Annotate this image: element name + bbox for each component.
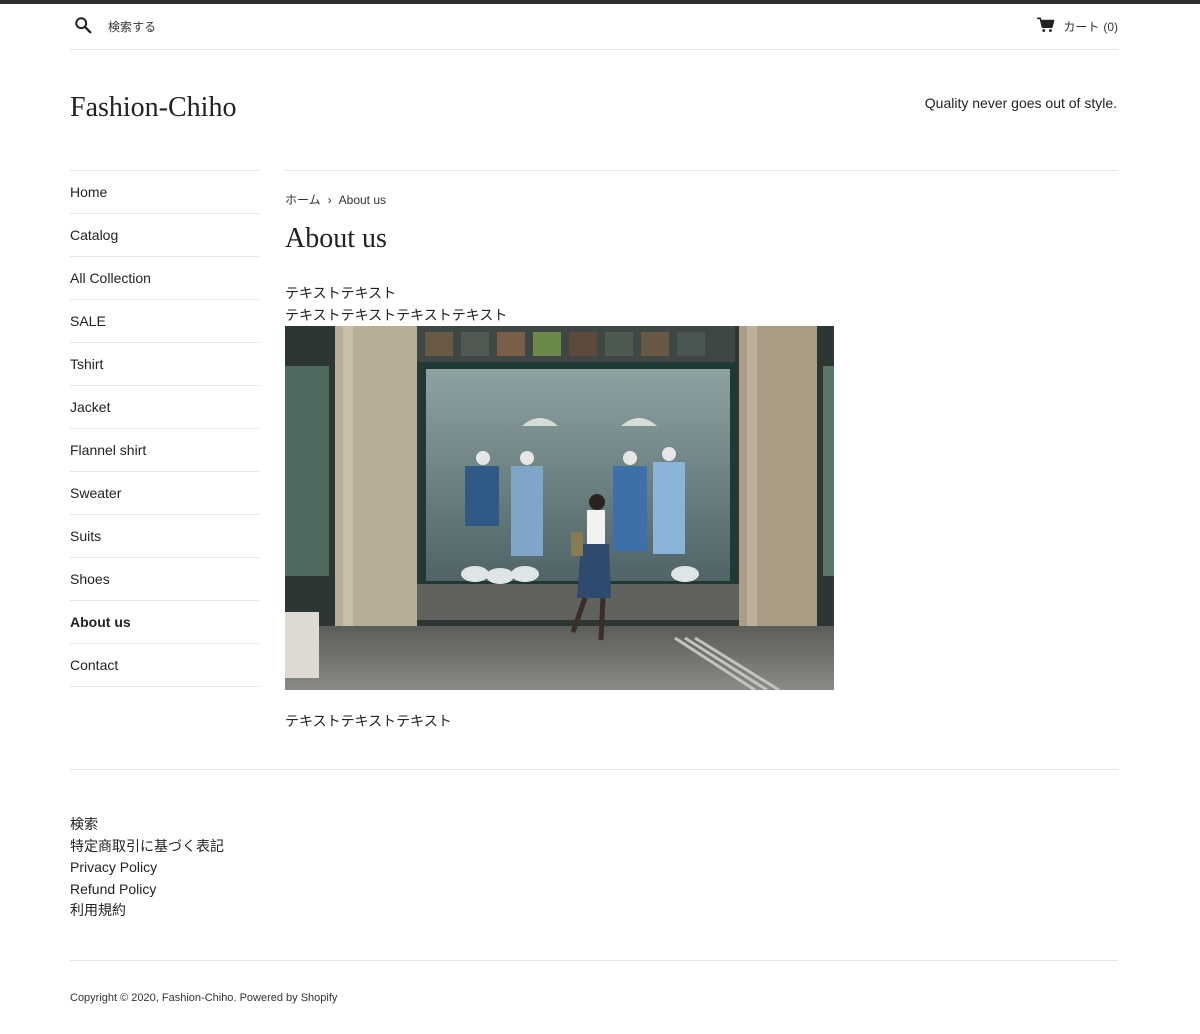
header-bar: カート (0) [70,4,1118,50]
page-title: About us [285,223,387,254]
footer-link-refund-policy[interactable]: Refund Policy [70,879,224,901]
site-tagline: Quality never goes out of style. [924,95,1117,111]
main-content: ホーム › About us About us テキストテキスト テキストテキストテ… [285,170,1118,729]
footer-divider-bottom [70,960,1118,961]
footer-link-privacy-policy[interactable]: Privacy Policy [70,857,224,879]
site-title[interactable]: Fashion-Chiho [70,92,236,124]
sidebar-item-shoes[interactable]: Shoes [70,558,259,601]
cart-icon [1037,17,1063,36]
powered-by-link[interactable]: Powered by Shopify [240,992,338,1004]
sidebar-item-suits[interactable]: Suits [70,515,259,558]
footer-links: 検索 特定商取引に基づく表記 Privacy Policy Refund Pol… [70,814,224,922]
cart-count: (0) [1103,19,1118,34]
copyright-site-link[interactable]: Fashion-Chiho [162,992,234,1004]
footer-link-search[interactable]: 検索 [70,814,224,836]
sidebar-item-flannel-shirt[interactable]: Flannel shirt [70,429,259,472]
search-input[interactable] [108,17,408,37]
storefront-photo [285,326,834,690]
breadcrumb: ホーム › About us [285,191,386,208]
cart-label: カート [1063,20,1100,34]
body-text-line-2: テキストテキストテキストテキスト [285,307,508,323]
sidebar-item-all-collection[interactable]: All Collection [70,257,259,300]
sidebar-item-catalog[interactable]: Catalog [70,214,259,257]
sidebar-item-home[interactable]: Home [70,171,259,214]
sidebar-item-about-us[interactable]: About us [70,601,259,644]
footer-link-tokushoho[interactable]: 特定商取引に基づく表記 [70,836,224,858]
copyright: Copyright © 2020, Fashion-Chiho. Powered… [70,992,337,1004]
sidebar-item-sweater[interactable]: Sweater [70,472,259,515]
sidebar-item-jacket[interactable]: Jacket [70,386,259,429]
body-text-line-1: テキストテキスト [285,285,397,301]
copyright-prefix: Copyright © 2020, [70,992,159,1004]
footer-divider-top [70,769,1118,770]
cart-link[interactable]: カート (0) [1037,17,1118,36]
search-icon[interactable] [74,16,92,39]
body-text-after-image: テキストテキストテキスト [285,713,452,729]
sidebar-nav: Home Catalog All Collection SALE Tshirt … [70,170,259,687]
footer-link-terms[interactable]: 利用規約 [70,900,224,922]
breadcrumb-current: About us [338,193,387,207]
sidebar-item-sale[interactable]: SALE [70,300,259,343]
search-form[interactable] [74,16,408,39]
copyright-period: . [233,992,237,1004]
breadcrumb-home-link[interactable]: ホーム [285,193,321,207]
sidebar-item-tshirt[interactable]: Tshirt [70,343,259,386]
sidebar-item-contact[interactable]: Contact [70,644,259,687]
breadcrumb-separator: › [327,193,332,207]
